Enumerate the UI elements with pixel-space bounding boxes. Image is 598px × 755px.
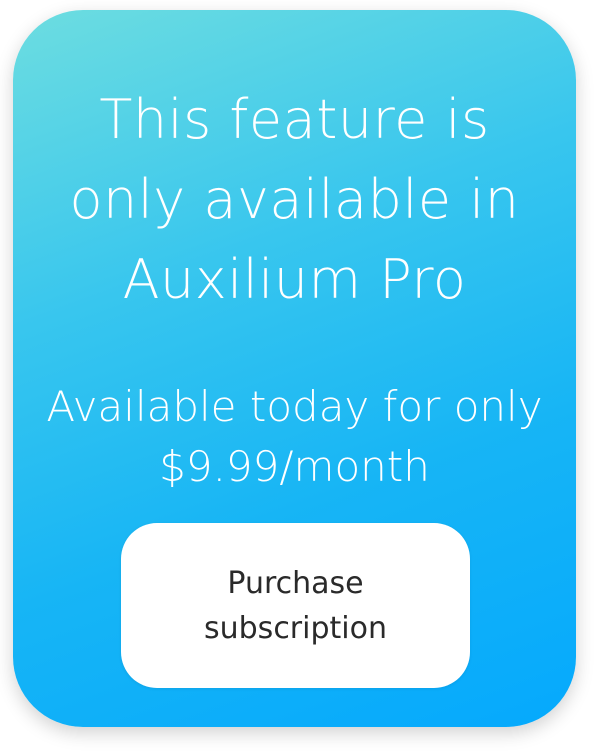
- purchase-button-label-line-2: subscription: [204, 610, 387, 646]
- offer-line-1: Available today for only: [46, 382, 543, 431]
- offer-price: $9.99/month: [159, 442, 430, 491]
- paywall-headline: This feature is only available in Auxili…: [13, 80, 576, 320]
- price-offer: Available today for only $9.99/month: [13, 377, 576, 497]
- paywall-card: This feature is only available in Auxili…: [13, 10, 576, 727]
- purchase-subscription-button[interactable]: Purchase subscription: [121, 523, 470, 688]
- purchase-button-label-line-1: Purchase: [227, 565, 364, 601]
- headline-line-1: This feature is: [99, 88, 490, 151]
- headline-line-3: Auxilium Pro: [122, 248, 467, 311]
- headline-line-2: only available in: [69, 168, 520, 231]
